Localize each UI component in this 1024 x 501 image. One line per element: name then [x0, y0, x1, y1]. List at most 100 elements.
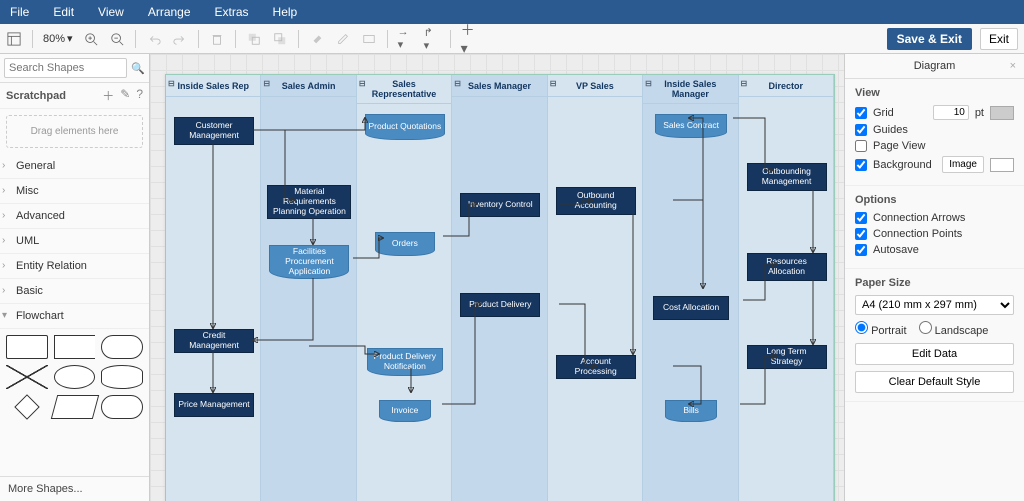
- diagram-node[interactable]: Material Requirements Planning Operation: [267, 185, 351, 219]
- lane-collapse-icon[interactable]: ⊟: [741, 79, 748, 88]
- lane-header[interactable]: ⊟Director: [739, 75, 833, 97]
- grid-color-swatch[interactable]: [990, 106, 1014, 120]
- to-front-icon[interactable]: [246, 31, 262, 47]
- bg-image-button[interactable]: Image: [942, 156, 984, 173]
- lane-header[interactable]: ⊟Sales Admin: [261, 75, 355, 97]
- lane-body[interactable]: Outbound Accounting Account Processing: [548, 97, 642, 501]
- lane-header[interactable]: ⊟Inside Sales Rep: [166, 75, 260, 97]
- diagram-node[interactable]: Cost Allocation: [653, 296, 729, 320]
- lane-header[interactable]: ⊟Sales Manager: [452, 75, 546, 97]
- grid-checkbox[interactable]: [855, 107, 867, 119]
- clear-style-button[interactable]: Clear Default Style: [855, 371, 1014, 393]
- guides-checkbox[interactable]: [855, 124, 867, 136]
- diagram-node[interactable]: Facilities Procurement Application: [269, 245, 349, 279]
- diagram-node[interactable]: Bills: [665, 400, 717, 422]
- swimlane[interactable]: ⊟Inside Sales Manager Sales Contract Cost …: [643, 75, 738, 501]
- search-icon[interactable]: 🔍: [131, 62, 145, 75]
- lane-collapse-icon[interactable]: ⊟: [359, 79, 366, 88]
- cat-advanced[interactable]: Advanced: [0, 204, 149, 229]
- delete-icon[interactable]: [209, 31, 225, 47]
- more-shapes-button[interactable]: More Shapes...: [0, 476, 149, 501]
- canvas[interactable]: ⊟Inside Sales RepCustomer ManagementCred…: [150, 54, 844, 501]
- bg-color-swatch[interactable]: [990, 158, 1014, 172]
- shape-diamond[interactable]: [14, 394, 39, 419]
- shape-parallelogram[interactable]: [50, 395, 98, 419]
- shape-round[interactable]: [101, 335, 143, 359]
- lane-header[interactable]: ⊟Sales Representative: [357, 75, 451, 104]
- scratchpad-help-icon[interactable]: ?: [136, 87, 143, 104]
- redo-icon[interactable]: [172, 31, 188, 47]
- lane-body[interactable]: Material Requirements Planning Operation…: [261, 97, 355, 501]
- cat-uml[interactable]: UML: [0, 229, 149, 254]
- menu-edit[interactable]: Edit: [53, 5, 74, 19]
- swimlane[interactable]: ⊟Inside Sales RepCustomer ManagementCred…: [166, 75, 261, 501]
- lane-collapse-icon[interactable]: ⊟: [263, 79, 270, 88]
- diagram-node[interactable]: Product Delivery: [460, 293, 540, 317]
- diagram-node[interactable]: Customer Management: [174, 117, 254, 145]
- zoom-in-icon[interactable]: [83, 31, 99, 47]
- shape-bracket[interactable]: [54, 335, 96, 359]
- bg-checkbox[interactable]: [855, 159, 867, 171]
- menu-extras[interactable]: Extras: [215, 5, 249, 19]
- grid-size-input[interactable]: [933, 105, 969, 120]
- diagram-node[interactable]: Orders: [375, 232, 435, 256]
- conn-arrows-checkbox[interactable]: [855, 212, 867, 224]
- diagram-node[interactable]: Product Delivery Notification: [367, 348, 443, 376]
- swimlane[interactable]: ⊟Sales AdminMaterial Requirements Planni…: [261, 75, 356, 501]
- lane-body[interactable]: Inventory Control Product Delivery: [452, 97, 546, 501]
- diagram-node[interactable]: Price Management: [174, 393, 254, 417]
- menu-file[interactable]: File: [10, 5, 29, 19]
- menu-help[interactable]: Help: [273, 5, 298, 19]
- diagram-node[interactable]: Invoice: [379, 400, 431, 422]
- zoom-out-icon[interactable]: [109, 31, 125, 47]
- menu-view[interactable]: View: [98, 5, 124, 19]
- pencil-icon[interactable]: [335, 31, 351, 47]
- lane-collapse-icon[interactable]: ⊟: [454, 79, 461, 88]
- landscape-radio[interactable]: Landscape: [919, 321, 989, 337]
- paper-size-select[interactable]: A4 (210 mm x 297 mm): [855, 295, 1014, 315]
- pageview-checkbox[interactable]: [855, 140, 867, 152]
- lane-collapse-icon[interactable]: ⊟: [168, 79, 175, 88]
- save-exit-button[interactable]: Save & Exit: [887, 28, 972, 50]
- lane-body[interactable]: Customer ManagementCredit ManagementPric…: [166, 97, 260, 501]
- conn-points-checkbox[interactable]: [855, 228, 867, 240]
- lane-body[interactable]: Outbounding ManagementResources Allocati…: [739, 97, 833, 501]
- autosave-checkbox[interactable]: [855, 244, 867, 256]
- cat-basic[interactable]: Basic: [0, 279, 149, 304]
- waypoint-icon[interactable]: ↱ ▾: [424, 31, 440, 47]
- undo-icon[interactable]: [146, 31, 162, 47]
- lane-body[interactable]: Product Quotations Orders Product Delivery…: [357, 104, 451, 501]
- diagram-node[interactable]: Product Quotations: [365, 114, 445, 140]
- scratchpad-edit-icon[interactable]: ✎: [120, 87, 130, 104]
- to-back-icon[interactable]: [272, 31, 288, 47]
- fill-icon[interactable]: [309, 31, 325, 47]
- zoom-level[interactable]: 80% ▾: [43, 32, 73, 45]
- diagram-node[interactable]: Inventory Control: [460, 193, 540, 217]
- diagram-node[interactable]: Outbound Accounting: [556, 187, 636, 215]
- panel-close-icon[interactable]: ×: [1010, 60, 1016, 72]
- search-shapes-input[interactable]: [4, 58, 127, 78]
- shape-capsule[interactable]: [101, 395, 143, 419]
- swimlane[interactable]: ⊟Sales Manager Inventory Control Product D…: [452, 75, 547, 501]
- add-icon[interactable]: ＋ ▾: [461, 31, 477, 47]
- scratchpad-dropzone[interactable]: Drag elements here: [6, 115, 143, 148]
- lane-collapse-icon[interactable]: ⊟: [645, 79, 652, 88]
- lane-body[interactable]: Sales Contract Cost Allocation Bills: [643, 104, 737, 501]
- scratchpad-add-icon[interactable]: ＋: [102, 87, 114, 104]
- swimlane-container[interactable]: ⊟Inside Sales RepCustomer ManagementCred…: [165, 74, 835, 501]
- shape-rect[interactable]: [6, 335, 48, 359]
- arrow-type-icon[interactable]: → ▾: [398, 31, 414, 47]
- lane-header[interactable]: ⊟Inside Sales Manager: [643, 75, 737, 104]
- rect-icon[interactable]: [361, 31, 377, 47]
- shape-hourglass[interactable]: [6, 365, 48, 389]
- portrait-radio[interactable]: Portrait: [855, 321, 907, 337]
- diagram-node[interactable]: Sales Contract: [655, 114, 727, 138]
- diagram-node[interactable]: Outbounding Management: [747, 163, 827, 191]
- diagram-node[interactable]: Long Term Strategy: [747, 345, 827, 369]
- lane-header[interactable]: ⊟VP Sales: [548, 75, 642, 97]
- swimlane[interactable]: ⊟DirectorOutbounding ManagementResources…: [739, 75, 834, 501]
- cat-misc[interactable]: Misc: [0, 179, 149, 204]
- layout-icon[interactable]: [6, 31, 22, 47]
- diagram-node[interactable]: Account Processing: [556, 355, 636, 379]
- exit-button[interactable]: Exit: [980, 28, 1018, 50]
